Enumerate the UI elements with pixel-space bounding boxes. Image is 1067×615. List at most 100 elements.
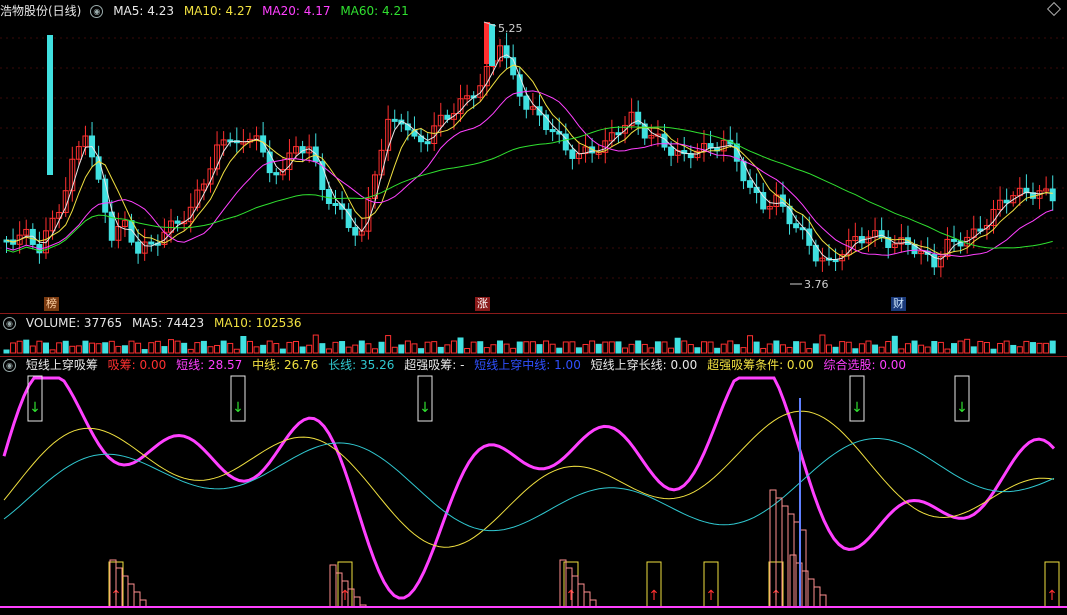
volume-bar xyxy=(773,340,780,354)
volume-bar xyxy=(470,341,477,354)
volume-bar xyxy=(339,341,346,354)
volume-value-label: VOLUME: 37765 xyxy=(25,316,123,330)
volume-bar xyxy=(852,348,859,354)
volume-bar xyxy=(878,346,885,354)
candle-body xyxy=(325,189,332,204)
volume-bar xyxy=(404,340,411,354)
volume-bar xyxy=(1029,342,1036,354)
xichou-bar xyxy=(801,570,809,608)
volume-bar xyxy=(766,343,773,354)
high-price-label: 5.25 xyxy=(498,22,523,35)
event-mark-bang[interactable]: 榜 xyxy=(44,297,59,311)
price-title: 浩物股份(日线) xyxy=(0,4,82,18)
low-price-label: 3.76 xyxy=(804,278,829,291)
settings-circle-icon[interactable]: ◉ xyxy=(3,359,16,372)
short-cross-long-label: 短线上穿长线: 0.00 xyxy=(590,358,698,372)
volume-bar xyxy=(747,335,754,354)
volume-bar xyxy=(391,346,398,354)
volume-bar xyxy=(273,343,280,354)
long-line-curve xyxy=(3,438,1055,532)
volume-bar xyxy=(23,339,30,354)
xichou-bar xyxy=(329,564,337,608)
volume-bar xyxy=(174,340,181,354)
volume-bar xyxy=(16,340,23,354)
volume-bar xyxy=(964,338,971,354)
volume-bar xyxy=(898,348,905,354)
volume-bar xyxy=(148,342,155,354)
panel-divider[interactable] xyxy=(0,313,1067,314)
volume-bar xyxy=(483,347,490,354)
volume-bar xyxy=(437,346,444,354)
volume-bar xyxy=(681,340,688,354)
volume-bar xyxy=(615,341,622,354)
volume-bar xyxy=(628,343,635,354)
volume-bar xyxy=(457,337,464,354)
down-arrow-icon: ↓ xyxy=(29,400,41,416)
volume-bar xyxy=(187,348,194,354)
volume-bar xyxy=(286,341,293,354)
ma20-line xyxy=(6,90,1053,258)
candle-body xyxy=(391,118,398,122)
volume-bar xyxy=(121,345,128,354)
volume-bar xyxy=(293,340,300,354)
volume-bar xyxy=(924,346,931,354)
volume-bar xyxy=(931,340,938,354)
xichou-bar xyxy=(787,513,795,608)
volume-bar xyxy=(562,341,569,354)
volume-bar xyxy=(332,341,339,354)
volume-bar xyxy=(69,345,76,354)
volume-bar xyxy=(589,340,596,354)
volume-bar xyxy=(641,343,648,354)
candle-body xyxy=(174,220,181,224)
volume-bar xyxy=(885,341,892,354)
volume-bar xyxy=(345,346,352,354)
volume-bar xyxy=(819,334,826,354)
super-condition-label: 超强吸筹条件: 0.00 xyxy=(707,358,814,372)
volume-bar xyxy=(181,342,188,354)
candle-body xyxy=(523,95,530,110)
volume-bar xyxy=(845,341,852,354)
volume-bar xyxy=(872,344,879,354)
volume-bar xyxy=(431,341,438,354)
volume-bar xyxy=(95,343,102,354)
xichou-bar xyxy=(589,599,597,608)
volume-bar xyxy=(654,341,661,354)
indicator-name: 短线上穿吸筹 xyxy=(25,358,98,372)
volume-bar xyxy=(740,347,747,354)
volume-bar xyxy=(799,341,806,354)
settings-circle-icon[interactable]: ◉ xyxy=(90,5,104,18)
xichou-bar xyxy=(353,596,361,608)
volume-ma10-label: MA10: 102536 xyxy=(214,316,302,330)
volume-bar xyxy=(970,346,977,354)
ma5-line xyxy=(6,54,1053,260)
ma60-line xyxy=(6,126,1053,253)
volume-bar xyxy=(727,340,734,354)
volume-bar xyxy=(450,340,457,354)
event-mark-zhang[interactable]: 涨 xyxy=(475,297,490,311)
long-line-label: 长线: 35.26 xyxy=(328,358,395,372)
xichou-bar xyxy=(583,591,591,608)
volume-bar xyxy=(832,346,839,354)
volume-bar xyxy=(760,347,767,354)
candle-body xyxy=(273,172,280,176)
volume-bar xyxy=(306,344,313,354)
volume-bar xyxy=(687,344,694,354)
volume-bar xyxy=(115,345,122,354)
xichou-bar xyxy=(819,594,827,608)
volume-ma5-label: MA5: 74423 xyxy=(131,316,205,330)
event-mark-cai[interactable]: 财 xyxy=(891,297,906,311)
panel-divider[interactable] xyxy=(0,356,1067,357)
volume-bar xyxy=(477,341,484,354)
volume-bar xyxy=(490,344,497,354)
volume-bar xyxy=(220,340,227,354)
candle-body xyxy=(411,129,418,137)
volume-bar xyxy=(793,341,800,354)
volume-bar xyxy=(529,341,536,354)
volume-bar xyxy=(918,344,925,354)
volume-bar xyxy=(786,346,793,354)
settings-circle-icon[interactable]: ◉ xyxy=(3,317,16,330)
candle-body xyxy=(148,241,155,245)
short-line-label: 短线: 28.57 xyxy=(176,358,243,372)
chart-canvas[interactable]: ↓ ↓ ↓ ↓ ↓↑ ↑ ↑ ↑ ↑ ↑ ↑ xyxy=(0,0,1067,615)
up-arrow-icon: ↑ xyxy=(705,588,717,604)
